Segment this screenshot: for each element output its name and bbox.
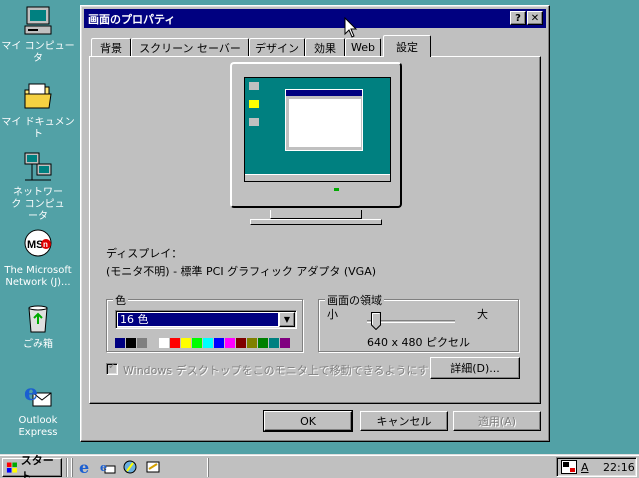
channels-icon[interactable]	[122, 459, 138, 475]
advanced-button[interactable]: 詳細(D)...	[430, 357, 520, 379]
taskbar-separator	[66, 458, 68, 477]
window-title: 画面のプロパティ	[88, 12, 176, 26]
taskbar: スタート e e A 22:16	[0, 454, 639, 478]
start-label: スタート	[20, 453, 54, 478]
svg-text:MS: MS	[27, 239, 44, 251]
desktop-icon-msn[interactable]: MS n The Microsoft Network (J)...	[0, 228, 76, 289]
monitor-screen	[244, 77, 391, 182]
color-swatch	[159, 338, 169, 348]
tab-background[interactable]: 背景	[91, 38, 131, 56]
taskbar-grip	[71, 458, 73, 477]
extend-desktop-checkbox[interactable]: ✓	[106, 361, 118, 375]
display-label: ディスプレイ：	[106, 247, 183, 260]
internet-explorer-icon[interactable]: e	[78, 459, 94, 475]
clock[interactable]: 22:16	[603, 461, 635, 474]
color-swatch	[170, 338, 180, 348]
color-swatch	[115, 338, 125, 348]
tab-settings[interactable]: 設定	[383, 35, 431, 57]
color-swatch	[181, 338, 191, 348]
desktop-icon-label: ごみ箱	[23, 339, 53, 350]
svg-text:n: n	[43, 240, 48, 249]
start-button[interactable]: スタート	[2, 454, 62, 478]
color-swatch	[137, 338, 147, 348]
svg-text:e: e	[100, 461, 107, 474]
resolution-value: 640 x 480 ピクセル	[367, 336, 470, 349]
display-properties-window: 画面のプロパティ ? ✕ 背景 スクリーン セーバー デザイン 効果 Web 設…	[80, 5, 550, 442]
desktop-icon-label: マイ ドキュメント	[1, 117, 75, 140]
desktop-icon-label: マイ コンピュータ	[1, 41, 75, 64]
color-swatch	[214, 338, 224, 348]
color-swatch	[247, 338, 257, 348]
show-desktop-icon[interactable]	[145, 459, 161, 475]
ime-toolbar-icon[interactable]	[561, 460, 577, 474]
title-bar[interactable]: 画面のプロパティ ? ✕	[84, 9, 546, 28]
color-swatch	[225, 338, 235, 348]
color-swatch	[192, 338, 202, 348]
color-depth-value: 16 色	[118, 313, 278, 326]
msn-icon: MS n	[24, 229, 52, 257]
desktop-icon-my-computer[interactable]: マイ コンピュータ	[0, 4, 76, 65]
help-button[interactable]: ?	[510, 11, 526, 25]
recycle-bin-icon	[28, 305, 48, 333]
screen-area-group: 画面の領域 小 大 640 x 480 ピクセル	[318, 292, 520, 353]
color-swatch	[269, 338, 279, 348]
resolution-slider-thumb[interactable]	[371, 312, 381, 331]
desktop-icon-recycle-bin[interactable]: ごみ箱	[0, 302, 76, 351]
color-swatch	[148, 338, 158, 348]
desktop-icon-label: The Microsoft Network (J)...	[4, 265, 72, 288]
desktop-icon-my-documents[interactable]: マイ ドキュメント	[0, 80, 76, 141]
apply-button[interactable]: 適用(A)	[453, 411, 541, 431]
tab-screensaver[interactable]: スクリーン セーバー	[131, 38, 249, 56]
system-tray: A 22:16	[556, 457, 637, 477]
settings-panel: ディスプレイ： (モニタ不明) - 標準 PCI グラフィック アダプタ (VG…	[89, 56, 541, 404]
color-swatch	[258, 338, 268, 348]
slider-max-label: 大	[477, 308, 488, 321]
tab-web[interactable]: Web	[345, 38, 381, 56]
taskbar-grip	[207, 458, 209, 477]
svg-text:e: e	[79, 459, 89, 475]
my-computer-icon	[24, 6, 52, 35]
desktop-icon-label: ネットワーク コンピュータ	[11, 187, 65, 222]
checkmark-icon: ✓	[108, 361, 117, 372]
mouse-cursor-icon	[344, 17, 358, 38]
network-computer-icon	[24, 152, 52, 181]
close-button[interactable]: ✕	[527, 11, 543, 25]
chevron-down-icon[interactable]: ▼	[279, 312, 295, 327]
colors-group-label: 色	[113, 292, 128, 308]
color-swatch	[203, 338, 213, 348]
tab-appearance[interactable]: デザイン	[249, 38, 305, 56]
monitor-preview	[230, 62, 402, 208]
color-swatch	[236, 338, 246, 348]
svg-text:e: e	[24, 380, 38, 406]
ok-button[interactable]: OK	[263, 410, 353, 432]
tab-effects[interactable]: 効果	[305, 38, 345, 56]
extend-desktop-label: Windows デスクトップをこのモニタ上で移動できるようにする	[123, 364, 440, 377]
colors-group: 色 16 色 ▼	[106, 292, 304, 353]
windows-logo-icon	[6, 462, 17, 473]
display-adapter-name: (モニタ不明) - 標準 PCI グラフィック アダプタ (VGA)	[106, 265, 377, 278]
slider-min-label: 小	[327, 308, 338, 321]
color-depth-select[interactable]: 16 色 ▼	[115, 310, 297, 329]
outlook-express-icon[interactable]: e	[100, 459, 116, 475]
desktop-icon-label: Outlook Express	[18, 415, 58, 438]
desktop-icon-outlook-express[interactable]: e Outlook Express	[0, 378, 76, 439]
cancel-button[interactable]: キャンセル	[360, 411, 448, 431]
desktop-icon-network[interactable]: ネットワーク コンピュータ	[0, 150, 76, 223]
my-documents-folder-icon	[24, 83, 52, 109]
outlook-express-icon: e	[24, 380, 52, 407]
color-swatch	[126, 338, 136, 348]
ime-mode-indicator[interactable]: A	[581, 461, 589, 474]
color-swatch	[280, 338, 290, 348]
